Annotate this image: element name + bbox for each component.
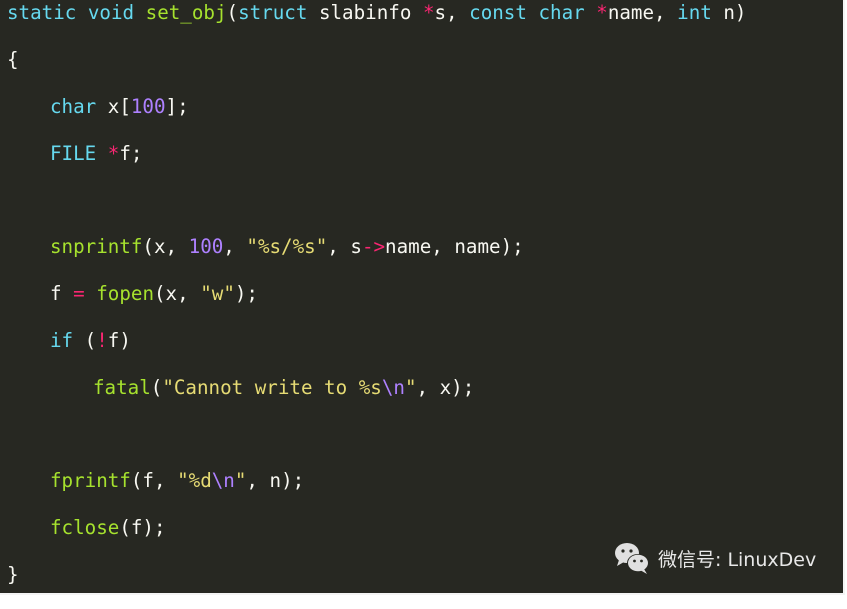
plain-token: ( <box>226 1 239 24</box>
operator-token: -> <box>361 235 386 259</box>
code-line: snprintf(x, 100, "%s/%s", s->name, name)… <box>7 234 746 281</box>
function-token: fclose <box>50 516 120 540</box>
operator-token: * <box>596 1 608 24</box>
code-line: fprintf(f, "%d\n", n); <box>7 468 746 515</box>
plain-token: f) <box>107 328 131 352</box>
operator-token: ! <box>96 328 108 352</box>
function-token: fprintf <box>50 469 131 493</box>
plain-token: { <box>7 47 19 71</box>
function-token: snprintf <box>50 235 143 259</box>
string-token: "%d <box>177 469 212 493</box>
string-token: "w" <box>200 282 235 306</box>
keyword-token: static <box>7 1 77 24</box>
keyword-token: void <box>87 1 135 24</box>
keyword-token: if <box>50 328 74 352</box>
operator-token: * <box>422 1 435 24</box>
number-token: 100 <box>130 94 166 118</box>
plain-token: , s <box>327 235 362 259</box>
operator-token: * <box>107 141 120 165</box>
keyword-token: struct <box>238 1 308 24</box>
plain-token: slabinfo <box>307 1 423 24</box>
watermark: 微信号: LinuxDev <box>614 541 816 575</box>
code-line: static void set_obj(struct slabinfo *s, … <box>7 0 746 47</box>
watermark-text: 微信号: LinuxDev <box>658 548 817 571</box>
code-line: f = fopen(x, "w"); <box>7 281 746 328</box>
code-line: fatal("Cannot write to %s\n", x); <box>7 375 746 422</box>
string-token: "Cannot write to %s <box>162 375 382 399</box>
code-line: { <box>7 47 746 94</box>
plain-token: name, <box>607 1 678 24</box>
keyword-token: char <box>50 94 97 118</box>
string-token: " <box>404 375 417 399</box>
keyword-token: FILE <box>50 141 97 165</box>
plain-token: ( <box>150 375 163 399</box>
keyword-token: char <box>538 1 585 24</box>
string-token: "%s/%s" <box>246 235 328 259</box>
plain-token: f <box>50 282 74 306</box>
keyword-token: int <box>677 1 712 24</box>
plain-token: (f); <box>119 516 166 540</box>
plain-token: ( <box>73 328 97 352</box>
string-token: " <box>234 469 247 493</box>
code-block: static void set_obj(struct slabinfo *s, … <box>7 0 746 609</box>
wechat-icon <box>614 541 650 575</box>
plain-token: , <box>223 235 247 259</box>
escape-token: \n <box>381 375 405 399</box>
code-line: FILE *f; <box>7 141 746 188</box>
plain-token: s, <box>434 1 470 24</box>
plain-token: name, name); <box>385 235 524 259</box>
plain-token: , x); <box>416 375 475 399</box>
number-token: 100 <box>188 235 224 259</box>
code-line: if (!f) <box>7 328 746 375</box>
plain-token: ); <box>234 282 258 306</box>
code-editor: static void set_obj(struct slabinfo *s, … <box>0 0 845 595</box>
plain-token: (x, <box>154 282 201 306</box>
plain-token: (f, <box>130 469 178 493</box>
operator-token: = <box>73 282 85 306</box>
plain-token: (x, <box>142 235 189 259</box>
code-line: char x[100]; <box>7 94 746 141</box>
plain-token: , n); <box>246 469 305 493</box>
keyword-token: const <box>469 1 527 24</box>
plain-token: } <box>7 563 19 587</box>
plain-token: n) <box>711 1 747 24</box>
plain-token: f; <box>119 141 143 165</box>
plain-token: x[ <box>96 94 131 118</box>
function-token: fopen <box>96 282 154 306</box>
escape-token: \n <box>211 469 235 493</box>
function-token: set_obj <box>145 1 227 24</box>
function-token: fatal <box>93 375 151 399</box>
plain-token: ]; <box>165 94 189 118</box>
